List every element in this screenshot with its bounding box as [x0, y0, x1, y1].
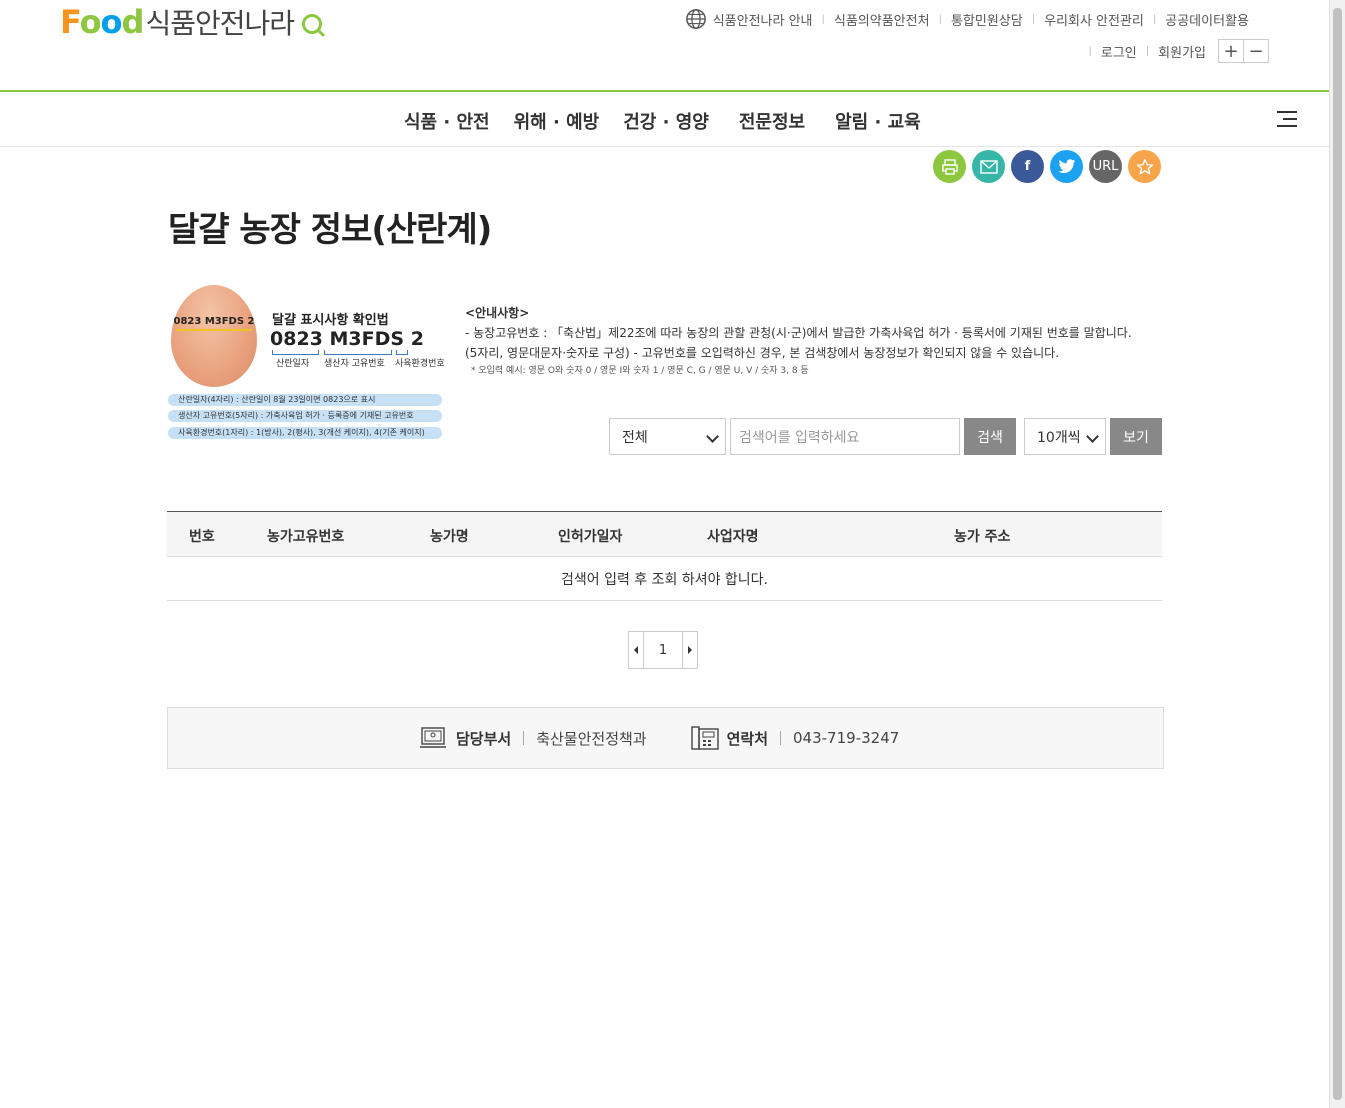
- separator: |: [1152, 13, 1157, 25]
- search-category-select[interactable]: 전체: [609, 418, 726, 455]
- egg-stamp-underline: [176, 329, 252, 331]
- share-toolbar: f URL: [933, 150, 1167, 183]
- separator: |: [1031, 13, 1036, 25]
- search-category-value: 전체: [622, 429, 648, 446]
- chevron-down-icon: [706, 430, 719, 443]
- utility-nav: 식품안전나라 안내 | 식품의약품안전처 | 통합민원상담 | 우리회사 안전관…: [685, 8, 1249, 30]
- notice-line-1: - 농장고유번호 : 「축산법」제22조에 따라 농장의 관할 관청(시·군)에…: [465, 326, 1132, 340]
- dept-value: 축산물안전정책과: [536, 729, 647, 748]
- label-env: 사육환경번호: [395, 359, 445, 369]
- logo-food-text: Food: [60, 3, 144, 41]
- code-env: 2: [410, 328, 424, 350]
- print-icon[interactable]: [933, 150, 966, 183]
- site-logo[interactable]: Food 식품안전나라: [60, 2, 322, 42]
- col-business-name: 사업자명: [707, 529, 759, 545]
- separator: |: [1145, 45, 1150, 57]
- guide-pill-env: 사육환경번호(1자리) : 1(방사), 2(평사), 3(개선 케이지), 4…: [168, 427, 442, 439]
- guide-pill-producer: 생산자 고유번호(5자리) : 가축사육업 허가 · 등록증에 기재된 고유번호: [168, 410, 442, 422]
- col-farm-name: 농가명: [430, 529, 469, 545]
- col-farm-address: 농가 주소: [954, 529, 1011, 545]
- page-number[interactable]: 1: [643, 632, 683, 668]
- util-link-company[interactable]: 우리회사 안전관리: [1044, 10, 1144, 29]
- zoom-out-button[interactable]: −: [1243, 40, 1268, 62]
- pagination: 1: [628, 631, 698, 669]
- nav-health[interactable]: 건강 · 영양: [623, 108, 709, 134]
- label-producer: 생산자 고유번호: [324, 359, 385, 369]
- egg-illustration: [171, 285, 257, 387]
- col-farm-id: 농가고유번호: [267, 529, 345, 545]
- util-link-opendata[interactable]: 공공데이터활용: [1165, 10, 1249, 29]
- search-button[interactable]: 검색: [964, 418, 1016, 455]
- page-size-value: 10개씩: [1037, 429, 1081, 446]
- page: Food 식품안전나라 식품안전나라 안내 | 식품의약품안전처 | 통합민원상…: [0, 0, 1329, 1108]
- auth-nav: | 로그인 | 회원가입 + −: [1080, 39, 1269, 63]
- util-link-civil[interactable]: 통합민원상담: [951, 10, 1023, 29]
- facebook-icon[interactable]: f: [1011, 150, 1044, 183]
- util-link-mfds[interactable]: 식품의약품안전처: [834, 10, 930, 29]
- page-size-select[interactable]: 10개씩: [1024, 418, 1106, 455]
- egg-guide-code: 0823 M3FDS 2: [270, 328, 424, 350]
- nav-notice[interactable]: 알림 · 교육: [835, 108, 921, 134]
- url-copy-icon[interactable]: URL: [1089, 150, 1122, 183]
- favorite-star-icon[interactable]: [1128, 150, 1161, 183]
- notice-box: <안내사항> - 농장고유번호 : 「축산법」제22조에 따라 농장의 관할 관…: [465, 303, 1132, 379]
- caret-right-icon: [688, 646, 692, 654]
- mail-icon[interactable]: [972, 150, 1005, 183]
- scrollbar-thumb[interactable]: [1333, 8, 1342, 1100]
- menu-icon[interactable]: [1277, 111, 1297, 127]
- signup-link[interactable]: 회원가입: [1158, 42, 1206, 61]
- label-date: 산란일자: [276, 359, 310, 369]
- notice-line-2: (5자리, 영문대문자·숫자로 구성) - 고유번호를 오입력하신 경우, 본 …: [465, 346, 1060, 360]
- view-button[interactable]: 보기: [1110, 418, 1162, 455]
- phone-label: 연락처: [726, 729, 769, 748]
- separator: |: [1088, 45, 1092, 57]
- table-empty-row: 검색어 입력 후 조회 하셔야 합니다.: [167, 557, 1162, 601]
- zoom-in-button[interactable]: +: [1219, 40, 1243, 62]
- phone-value: 043-719-3247: [793, 729, 900, 747]
- dept-label: 담당부서: [456, 729, 512, 748]
- notice-example: * 오입력 예시: 영문 O와 숫자 0 / 영문 I와 숫자 1 / 영문 C…: [471, 366, 809, 376]
- separator: [780, 731, 782, 745]
- login-link[interactable]: 로그인: [1101, 42, 1137, 61]
- bracket-date: [272, 350, 319, 355]
- main-nav: 식품 · 안전 위해 · 예방 건강 · 영양 전문정보 알림 · 교육: [0, 92, 1329, 147]
- caret-left-icon: [634, 646, 638, 654]
- guide-pill-date: 산란일자(4자리) : 산란일이 8월 23일이면 0823으로 표시: [168, 394, 442, 406]
- twitter-icon[interactable]: [1050, 150, 1083, 183]
- chevron-down-icon: [1086, 430, 1099, 443]
- egg-guide-heading: 달걀 표시사항 확인법: [272, 313, 389, 328]
- nav-expert[interactable]: 전문정보: [739, 108, 805, 134]
- phone-icon: [690, 726, 719, 750]
- logo-site-name: 식품안전나라: [145, 7, 295, 40]
- nav-hazard[interactable]: 위해 · 예방: [514, 108, 600, 134]
- zoom-controls: + −: [1218, 39, 1269, 63]
- util-link-about[interactable]: 식품안전나라 안내: [713, 10, 813, 29]
- logo-search-icon: [302, 14, 322, 34]
- separator: |: [821, 13, 825, 25]
- page-title: 달걀 농장 정보(산란계): [168, 210, 492, 250]
- prev-page-button[interactable]: [629, 632, 643, 668]
- search-placeholder: 검색어를 입력하세요: [739, 429, 860, 446]
- col-permit-date: 인허가일자: [558, 529, 623, 545]
- nav-food-safety[interactable]: 식품 · 안전: [404, 108, 490, 134]
- contact-box: 담당부서 축산물안전정책과 연락처 043-719-3247: [167, 707, 1164, 769]
- vertical-scrollbar[interactable]: [1329, 0, 1345, 1108]
- notice-title: <안내사항>: [465, 306, 530, 320]
- separator: [523, 731, 525, 745]
- col-number: 번호: [189, 529, 215, 545]
- separator: |: [938, 13, 942, 25]
- table-header: 번호 농가고유번호 농가명 인허가일자 사업자명 농가 주소: [167, 511, 1162, 557]
- department-icon: [420, 727, 446, 748]
- code-producer: M3FDS: [329, 328, 405, 350]
- next-page-button[interactable]: [683, 632, 697, 668]
- code-date: 0823: [270, 328, 323, 350]
- egg-stamp-code: 0823 M3FDS 2: [173, 316, 255, 327]
- bracket-producer: [324, 350, 392, 355]
- search-input[interactable]: 검색어를 입력하세요: [730, 418, 960, 455]
- globe-icon: [685, 9, 706, 29]
- bracket-env: [396, 350, 408, 355]
